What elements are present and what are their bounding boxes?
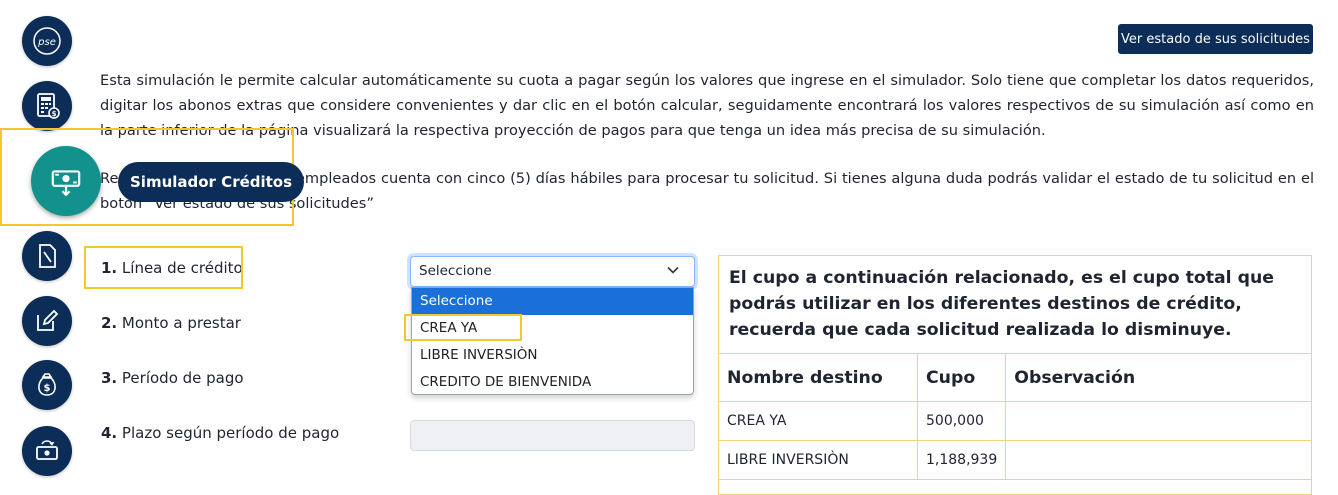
field-number: 4.	[101, 424, 118, 442]
table-row: CREA YA 500,000	[718, 401, 1312, 441]
cash-transfer-icon[interactable]	[22, 426, 72, 476]
field-label-term: 4. Plazo según período de pago	[101, 424, 339, 442]
credit-line-label-highlight	[84, 246, 243, 289]
chevron-down-icon	[667, 266, 679, 274]
field-label-payment-period: 3. Período de pago	[101, 369, 244, 387]
field-number: 3.	[101, 369, 118, 387]
money-bag-icon[interactable]: $	[22, 360, 72, 410]
field-label-amount: 2. Monto a prestar	[101, 314, 241, 332]
credit-line-select[interactable]: Seleccione	[410, 256, 695, 287]
field-number: 2.	[101, 314, 118, 332]
column-header: Nombre destino	[718, 353, 918, 402]
column-header: Cupo	[916, 353, 1007, 402]
cupo-description: El cupo a continuación relacionado, es e…	[729, 268, 1274, 340]
cupo-table: Nombre destino Cupo Observación CREA YA …	[718, 353, 1312, 480]
field-label-text: Monto a prestar	[121, 314, 241, 332]
calculator-invoice-icon[interactable]: $	[22, 81, 72, 131]
pse-label: pse	[37, 37, 56, 48]
field-label-text: Plazo según período de pago	[121, 424, 340, 442]
cupo-cell: 500,000	[916, 401, 1007, 441]
svg-text:$: $	[44, 383, 51, 394]
credit-line-select-value: Seleccione	[419, 263, 492, 279]
term-input[interactable]	[410, 420, 695, 451]
destino-cell: CREA YA	[718, 401, 918, 441]
pse-logo-icon: pse	[33, 27, 61, 55]
table-row: LIBRE INVERSIÒN 1,188,939	[718, 440, 1312, 480]
crea-ya-option-highlight	[404, 314, 522, 341]
column-header: Observación	[1005, 353, 1312, 402]
observacion-cell	[1005, 401, 1312, 441]
edit-icon[interactable]	[22, 296, 72, 346]
option-credito-bienvenida[interactable]: CREDITO DE BIENVENIDA	[412, 369, 693, 394]
simulator-tooltip: Simulador Créditos	[118, 162, 305, 202]
credit-line-dropdown: Seleccione CREA YA LIBRE INVERSIÒN CREDI…	[411, 287, 694, 395]
document-icon[interactable]	[22, 231, 72, 281]
field-label-text: Período de pago	[121, 369, 244, 387]
destino-cell: LIBRE INVERSIÒN	[718, 440, 918, 480]
cupo-cell: 1,188,939	[916, 440, 1007, 480]
observacion-cell	[1005, 440, 1312, 480]
table-header-row: Nombre destino Cupo Observación	[718, 353, 1312, 402]
option-libre-inversion[interactable]: LIBRE INVERSIÒN	[412, 342, 693, 369]
pse-icon[interactable]: pse	[22, 16, 72, 66]
cupo-panel: El cupo a continuación relacionado, es e…	[718, 255, 1312, 495]
option-seleccione[interactable]: Seleccione	[412, 288, 693, 315]
view-requests-status-button[interactable]: Ver estado de sus solicitudes	[1118, 24, 1313, 54]
svg-text:$: $	[52, 110, 57, 118]
